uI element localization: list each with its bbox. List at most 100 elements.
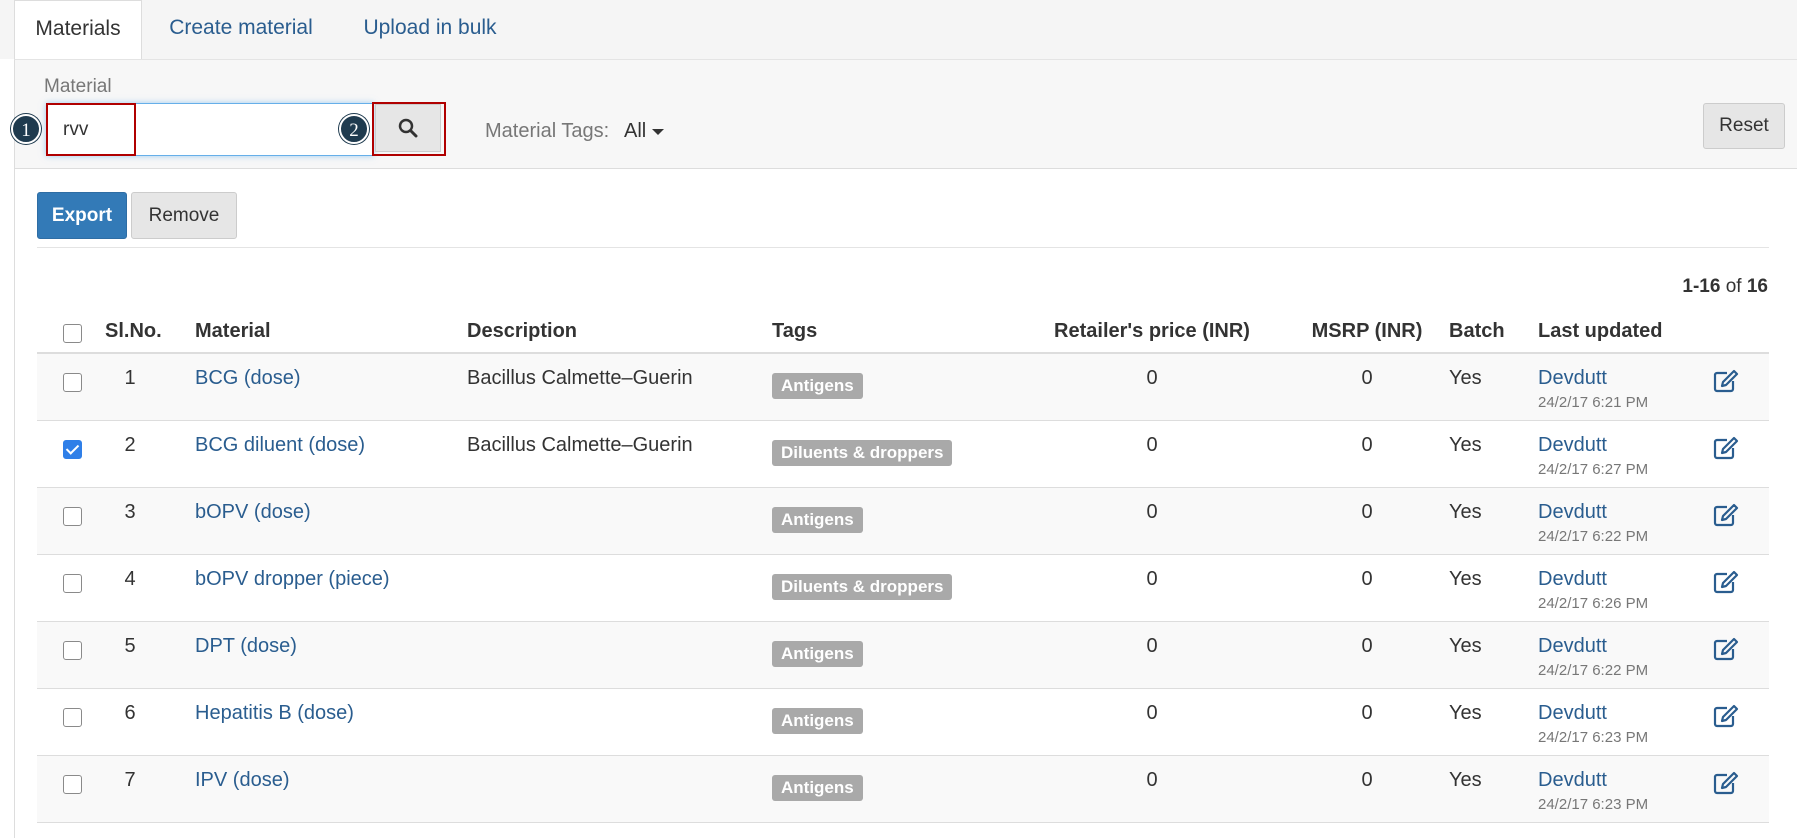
- row-last-updated: Devdutt 24/2/17 6:21 PM: [1538, 367, 1648, 411]
- material-link[interactable]: IPV (dose): [195, 769, 289, 792]
- row-edit-cell: [1713, 568, 1739, 594]
- search-button[interactable]: [375, 104, 441, 152]
- row-tags: Diluents & droppers: [772, 434, 953, 466]
- table-row: 2 BCG diluent (dose) Bacillus Calmette–G…: [37, 421, 1769, 488]
- tab-materials[interactable]: Materials: [14, 0, 142, 60]
- row-tags: Antigens: [772, 769, 863, 801]
- row-last-updated: Devdutt 24/2/17 6:27 PM: [1538, 434, 1648, 478]
- row-batch: Yes: [1449, 702, 1482, 724]
- edit-icon[interactable]: [1713, 369, 1739, 393]
- row-retailer-price: 0: [1146, 501, 1158, 523]
- table-header: Sl.No. Material Description Tags Retaile…: [37, 312, 1769, 354]
- row-checkbox[interactable]: [63, 641, 82, 660]
- row-select-cell: [63, 568, 82, 599]
- step-badge-2: 2: [339, 114, 369, 144]
- pagination-range: 1-16: [1682, 276, 1721, 297]
- updated-by-link[interactable]: Devdutt: [1538, 702, 1648, 725]
- row-sl-no: 1: [124, 367, 136, 389]
- edit-icon[interactable]: [1713, 503, 1739, 527]
- edit-icon[interactable]: [1713, 637, 1739, 661]
- updated-by-link[interactable]: Devdutt: [1538, 568, 1648, 591]
- material-link[interactable]: DPT (dose): [195, 635, 297, 658]
- updated-by-link[interactable]: Devdutt: [1538, 769, 1648, 792]
- material-link[interactable]: BCG diluent (dose): [195, 434, 365, 457]
- updated-by-link[interactable]: Devdutt: [1538, 635, 1648, 658]
- row-select-cell: [63, 635, 82, 666]
- row-last-updated: Devdutt 24/2/17 6:22 PM: [1538, 501, 1648, 545]
- material-filter-label: Material: [44, 76, 112, 97]
- row-edit-cell: [1713, 367, 1739, 393]
- tag-badge: Antigens: [772, 775, 863, 801]
- remove-button[interactable]: Remove: [131, 192, 237, 239]
- edit-icon[interactable]: [1713, 436, 1739, 460]
- header-retailer-price: Retailer's price (INR): [1054, 320, 1250, 342]
- header-material: Material: [195, 320, 271, 342]
- material-link[interactable]: bOPV dropper (piece): [195, 568, 390, 591]
- updated-by-link[interactable]: Devdutt: [1538, 434, 1648, 457]
- reset-button[interactable]: Reset: [1703, 103, 1785, 149]
- updated-at: 24/2/17 6:22 PM: [1538, 528, 1649, 545]
- updated-by-link[interactable]: Devdutt: [1538, 501, 1648, 524]
- row-select-cell: [63, 367, 82, 398]
- row-edit-cell: [1713, 769, 1739, 795]
- material-tags-value: All: [624, 120, 647, 142]
- caret-down-icon: [652, 128, 665, 135]
- row-tags: Antigens: [772, 501, 863, 533]
- updated-at: 24/2/17 6:22 PM: [1538, 662, 1649, 679]
- row-checkbox[interactable]: [63, 574, 82, 593]
- row-checkbox[interactable]: [63, 775, 82, 794]
- pagination-of: of: [1725, 276, 1742, 297]
- row-sl-no: 2: [124, 434, 136, 456]
- row-checkbox[interactable]: [63, 507, 82, 526]
- row-description: Bacillus Calmette–Guerin: [467, 434, 693, 456]
- row-retailer-price: 0: [1146, 635, 1158, 657]
- tab-upload-in-bulk[interactable]: Upload in bulk: [340, 0, 520, 59]
- row-checkbox[interactable]: [63, 440, 82, 459]
- tag-badge: Antigens: [772, 641, 863, 667]
- row-batch: Yes: [1449, 769, 1482, 791]
- row-batch: Yes: [1449, 568, 1482, 590]
- tab-create-material[interactable]: Create material: [160, 0, 322, 59]
- row-msrp: 0: [1361, 769, 1373, 791]
- row-checkbox[interactable]: [63, 373, 82, 392]
- row-retailer-price: 0: [1146, 434, 1158, 456]
- row-batch: Yes: [1449, 367, 1482, 389]
- material-link[interactable]: bOPV (dose): [195, 501, 311, 524]
- header-msrp: MSRP (INR): [1311, 320, 1423, 342]
- header-last-updated: Last updated: [1538, 320, 1663, 342]
- tag-badge: Antigens: [772, 373, 863, 399]
- row-tags: Antigens: [772, 635, 863, 667]
- tab-bar: Materials Create material Upload in bulk: [0, 0, 1797, 60]
- material-tags-dropdown[interactable]: All: [624, 120, 665, 143]
- edit-icon[interactable]: [1713, 704, 1739, 728]
- edit-icon[interactable]: [1713, 570, 1739, 594]
- row-msrp: 0: [1361, 568, 1373, 590]
- edit-icon[interactable]: [1713, 771, 1739, 795]
- row-last-updated: Devdutt 24/2/17 6:23 PM: [1538, 702, 1648, 746]
- row-sl-no: 4: [124, 568, 136, 590]
- row-select-cell: [63, 501, 82, 532]
- row-select-cell: [63, 702, 82, 733]
- row-checkbox[interactable]: [63, 708, 82, 727]
- table-row: 3 bOPV (dose) Antigens 0 0 Yes Devdutt 2…: [37, 488, 1769, 555]
- row-sl-no: 7: [124, 769, 136, 791]
- row-sl-no: 5: [124, 635, 136, 657]
- select-all-checkbox[interactable]: [63, 324, 82, 343]
- search-icon: [398, 118, 418, 138]
- material-link[interactable]: BCG (dose): [195, 367, 301, 390]
- pagination-total: 16: [1746, 276, 1768, 297]
- table-row: 1 BCG (dose) Bacillus Calmette–Guerin An…: [37, 354, 1769, 421]
- material-tags-label: Material Tags:: [485, 120, 610, 142]
- table-row: 7 IPV (dose) Antigens 0 0 Yes Devdutt 24…: [37, 756, 1769, 823]
- export-button[interactable]: Export: [37, 192, 127, 239]
- header-description: Description: [467, 320, 578, 342]
- updated-at: 24/2/17 6:23 PM: [1538, 729, 1649, 746]
- row-edit-cell: [1713, 434, 1739, 460]
- row-last-updated: Devdutt 24/2/17 6:26 PM: [1538, 568, 1648, 612]
- material-link[interactable]: Hepatitis B (dose): [195, 702, 354, 725]
- material-search-input[interactable]: [46, 103, 374, 156]
- tag-badge: Antigens: [772, 507, 863, 533]
- updated-by-link[interactable]: Devdutt: [1538, 367, 1648, 390]
- materials-table: Sl.No. Material Description Tags Retaile…: [37, 312, 1769, 823]
- row-tags: Antigens: [772, 702, 863, 734]
